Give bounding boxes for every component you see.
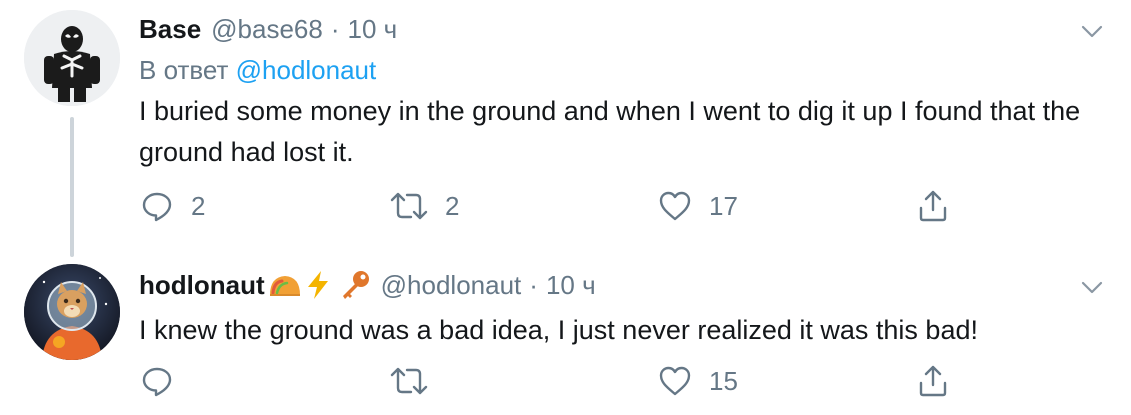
separator-dot: ·	[529, 270, 538, 300]
retweet-count: 2	[445, 190, 460, 221]
author-name[interactable]: hodlonaut	[139, 268, 265, 302]
separator-dot: ·	[330, 14, 340, 44]
tweet-actions: 2 2 17	[139, 188, 959, 228]
tweet-content: Base @base68 · 10 ч В ответ @hodlonaut I…	[139, 12, 1091, 173]
author-name[interactable]: Base	[139, 12, 201, 46]
reply-context: В ответ @hodlonaut	[139, 52, 1091, 88]
like-button[interactable]: 17	[657, 188, 738, 224]
retweet-button[interactable]	[389, 363, 445, 399]
taco-icon	[269, 276, 300, 296]
share-icon	[919, 190, 947, 222]
avatar[interactable]	[24, 10, 120, 106]
lightning-icon	[307, 271, 328, 299]
retweet-icon	[390, 192, 428, 220]
author-handle[interactable]: @base68	[211, 12, 323, 46]
tweet-timestamp[interactable]: 10 ч	[348, 12, 398, 46]
reply-button[interactable]: 2	[139, 188, 205, 224]
retweet-button[interactable]: 2	[389, 188, 459, 224]
tweet[interactable]: hodlonaut @hodlonaut · 10 ч I knew the g…	[0, 250, 1131, 415]
avatar-venom-figure-icon	[24, 10, 120, 106]
thread-line	[70, 117, 74, 257]
key-emoji	[339, 269, 371, 301]
like-icon	[659, 191, 691, 221]
tweet[interactable]: Base @base68 · 10 ч В ответ @hodlonaut I…	[0, 0, 1131, 257]
share-button[interactable]	[916, 363, 950, 399]
like-count: 15	[709, 365, 738, 396]
chevron-down-icon	[1081, 25, 1103, 38]
tweet-header: hodlonaut @hodlonaut · 10 ч	[139, 268, 1091, 302]
lightning-emoji	[305, 270, 331, 300]
tweet-header: Base @base68 · 10 ч	[139, 12, 1091, 46]
taco-emoji	[268, 273, 302, 297]
retweet-icon	[390, 367, 428, 395]
tweet-content: hodlonaut @hodlonaut · 10 ч I knew the g…	[139, 268, 1091, 351]
share-button[interactable]	[916, 188, 950, 224]
share-icon	[919, 365, 947, 397]
tweet-actions: 15	[139, 363, 959, 403]
tweet-menu-button[interactable]	[1079, 274, 1105, 300]
reply-icon	[142, 192, 172, 222]
chevron-down-icon	[1081, 281, 1103, 294]
author-handle[interactable]: @hodlonaut	[381, 268, 522, 302]
tweet-timestamp[interactable]: 10 ч	[546, 268, 596, 302]
avatar-astronaut-cat-icon	[24, 264, 120, 360]
tweet-text: I buried some money in the ground and wh…	[139, 96, 1081, 167]
avatar[interactable]	[24, 264, 120, 360]
tweet-menu-button[interactable]	[1079, 18, 1105, 44]
tweet-text: I knew the ground was a bad idea, I just…	[139, 315, 978, 345]
like-icon	[659, 366, 691, 396]
like-button[interactable]: 15	[657, 363, 738, 399]
reply-icon	[142, 367, 172, 397]
reply-prefix: В ответ	[139, 55, 229, 85]
reply-button[interactable]	[139, 363, 191, 399]
reply-count: 2	[191, 190, 206, 221]
key-icon	[342, 271, 369, 299]
reply-mention-link[interactable]: @hodlonaut	[236, 55, 377, 85]
like-count: 17	[709, 190, 738, 221]
